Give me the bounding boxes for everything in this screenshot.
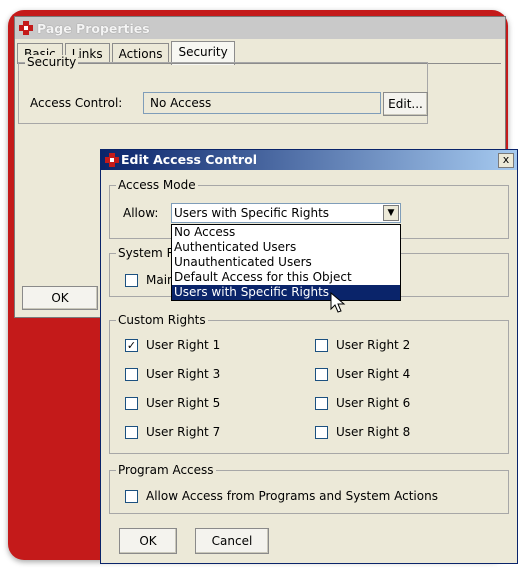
- user-right-6-row[interactable]: User Right 6: [315, 396, 410, 410]
- system-right-checkbox-row[interactable]: Main: [125, 273, 175, 287]
- allow-select[interactable]: Users with Specific Rights ▼: [171, 203, 401, 223]
- dialog-ok-button[interactable]: OK: [119, 528, 177, 554]
- dialog-titlebar: Edit Access Control: [101, 150, 517, 170]
- user-right-7-checkbox[interactable]: [125, 425, 138, 439]
- user-right-2-label: User Right 2: [336, 338, 411, 352]
- dialog-title: Edit Access Control: [121, 152, 257, 167]
- close-icon[interactable]: x: [498, 153, 514, 168]
- access-mode-legend: Access Mode: [116, 178, 198, 192]
- user-right-7-label: User Right 7: [146, 425, 221, 439]
- program-access-legend: Program Access: [116, 463, 216, 477]
- allow-label: Allow:: [123, 206, 159, 220]
- user-right-4-label: User Right 4: [336, 367, 411, 381]
- user-right-5-row[interactable]: User Right 5: [125, 396, 220, 410]
- dropdown-option-no-access[interactable]: No Access: [172, 225, 400, 240]
- user-right-8-row[interactable]: User Right 8: [315, 425, 410, 439]
- dropdown-option-default-access[interactable]: Default Access for this Object: [172, 270, 400, 285]
- chevron-down-icon[interactable]: ▼: [383, 205, 399, 221]
- dropdown-option-users-with-specific-rights[interactable]: Users with Specific Rights: [172, 285, 400, 300]
- app-logo-icon: [19, 21, 33, 35]
- dropdown-option-authenticated-users[interactable]: Authenticated Users: [172, 240, 400, 255]
- tab-actions[interactable]: Actions: [111, 43, 170, 64]
- system-right-checkbox[interactable]: [125, 273, 138, 287]
- app-logo-icon: [105, 153, 119, 167]
- mouse-pointer-icon: [330, 292, 346, 313]
- user-right-4-row[interactable]: User Right 4: [315, 367, 410, 381]
- allow-select-value: Users with Specific Rights: [174, 206, 330, 220]
- program-access-checkbox[interactable]: [125, 489, 138, 503]
- user-right-3-checkbox[interactable]: [125, 367, 138, 381]
- user-right-8-checkbox[interactable]: [315, 425, 328, 439]
- edit-button[interactable]: Edit...: [383, 92, 428, 116]
- system-rights-legend: System R: [116, 246, 177, 260]
- program-access-row[interactable]: Allow Access from Programs and System Ac…: [125, 489, 438, 503]
- user-right-1-row[interactable]: ✓ User Right 1: [125, 338, 220, 352]
- user-right-7-row[interactable]: User Right 7: [125, 425, 220, 439]
- dialog-cancel-button[interactable]: Cancel: [195, 528, 269, 554]
- access-control-label: Access Control:: [30, 96, 123, 110]
- custom-rights-legend: Custom Rights: [116, 313, 208, 327]
- allow-dropdown-list: No Access Authenticated Users Unauthenti…: [171, 224, 401, 301]
- user-right-4-checkbox[interactable]: [315, 367, 328, 381]
- page-properties-titlebar: Page Properties: [15, 17, 505, 39]
- access-control-field: No Access: [143, 92, 381, 114]
- user-right-5-checkbox[interactable]: [125, 396, 138, 410]
- user-right-1-label: User Right 1: [146, 338, 221, 352]
- user-right-5-label: User Right 5: [146, 396, 221, 410]
- program-access-label: Allow Access from Programs and System Ac…: [146, 489, 438, 503]
- user-right-2-checkbox[interactable]: [315, 338, 328, 352]
- user-right-3-label: User Right 3: [146, 367, 221, 381]
- edit-access-control-dialog: Edit Access Control x Access Mode Allow:…: [100, 149, 518, 564]
- page-properties-title: Page Properties: [37, 20, 150, 36]
- user-right-8-label: User Right 8: [336, 425, 411, 439]
- user-right-6-label: User Right 6: [336, 396, 411, 410]
- user-right-1-checkbox[interactable]: ✓: [125, 338, 138, 352]
- user-right-6-checkbox[interactable]: [315, 396, 328, 410]
- page-properties-ok-button[interactable]: OK: [22, 286, 98, 310]
- user-right-2-row[interactable]: User Right 2: [315, 338, 410, 352]
- dropdown-option-unauthenticated-users[interactable]: Unauthenticated Users: [172, 255, 400, 270]
- security-group-legend: Security: [25, 55, 79, 69]
- user-right-3-row[interactable]: User Right 3: [125, 367, 220, 381]
